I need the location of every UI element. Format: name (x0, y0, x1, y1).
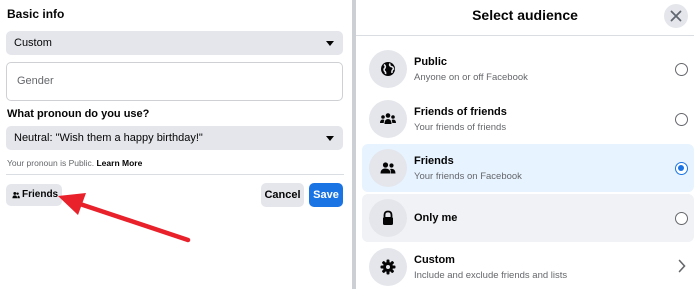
icon-circle (369, 199, 407, 237)
icon-circle (369, 248, 407, 286)
gender-select[interactable]: Custom (6, 31, 343, 55)
option-description: Include and exclude friends and lists (414, 270, 568, 281)
cancel-button[interactable]: Cancel (261, 183, 304, 207)
divider (6, 174, 344, 175)
audience-option-only-me[interactable]: Only me (362, 194, 694, 242)
option-description: Your friends on Facebook (414, 171, 522, 182)
close-button[interactable] (664, 4, 688, 28)
option-label: Only me (414, 212, 458, 224)
option-description: Anyone on or off Facebook (414, 72, 528, 83)
friends-icon (12, 191, 20, 199)
radio-button-selected[interactable] (675, 162, 688, 175)
pronoun-select[interactable]: Neutral: "Wish them a happy birthday!" (6, 126, 343, 150)
modal-title: Select audience (472, 7, 578, 23)
section-title: Basic info (7, 7, 65, 21)
option-label: Friends of friends (414, 106, 507, 118)
pronoun-select-value: Neutral: "Wish them a happy birthday!" (14, 132, 203, 144)
radio-button[interactable] (675, 212, 688, 225)
option-label: Custom (414, 254, 455, 266)
audience-option-public[interactable]: Public Anyone on or off Facebook (362, 45, 694, 93)
basic-info-panel: Basic info Custom Gender What pronoun do… (0, 0, 352, 289)
friends-of-friends-icon (380, 113, 396, 124)
audience-selector-button[interactable]: Friends (6, 184, 62, 206)
pronoun-hint: Your pronoun is Public. Learn More (7, 158, 142, 168)
option-description: Your friends of friends (414, 122, 507, 133)
radio-button[interactable] (675, 113, 688, 126)
select-audience-modal: Select audience Public Anyone on or off … (356, 0, 694, 289)
icon-circle (369, 149, 407, 187)
close-icon (670, 10, 682, 22)
audience-button-label: Friends (22, 189, 59, 200)
pronoun-question: What pronoun do you use? (7, 108, 150, 120)
icon-circle (369, 50, 407, 88)
learn-more-link[interactable]: Learn More (96, 158, 142, 168)
gender-input-placeholder: Gender (17, 75, 54, 87)
screen: Basic info Custom Gender What pronoun do… (0, 0, 694, 289)
caret-down-icon (326, 41, 334, 46)
option-label: Friends (414, 155, 454, 167)
audience-option-friends-of-friends[interactable]: Friends of friends Your friends of frien… (362, 95, 694, 143)
option-label: Public (414, 56, 448, 68)
audience-option-friends[interactable]: Friends Your friends on Facebook (362, 144, 694, 192)
radio-button[interactable] (675, 63, 688, 76)
chevron-right-icon (678, 259, 686, 273)
globe-icon (381, 62, 395, 76)
icon-circle (369, 100, 407, 138)
save-button[interactable]: Save (309, 183, 343, 207)
pronoun-hint-text: Your pronoun is Public. (7, 158, 95, 168)
friends-icon (380, 162, 396, 174)
header-divider (356, 35, 694, 36)
audience-option-custom[interactable]: Custom Include and exclude friends and l… (362, 243, 694, 289)
lock-icon (383, 210, 393, 225)
gender-input[interactable]: Gender (6, 62, 343, 101)
gender-select-value: Custom (14, 37, 52, 49)
caret-down-icon (326, 136, 334, 141)
gear-icon (380, 259, 396, 275)
